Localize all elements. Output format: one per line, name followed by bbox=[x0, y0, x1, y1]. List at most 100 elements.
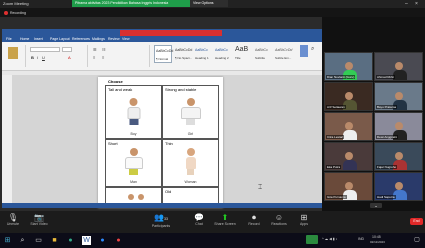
video-button[interactable]: 📷 Start Video bbox=[28, 213, 50, 226]
bullets-icon[interactable]: ☰ bbox=[93, 47, 97, 52]
clock-time[interactable]: 10:45 bbox=[372, 235, 381, 239]
participant-name: Fajar Nugroho bbox=[376, 165, 398, 169]
align-center-icon[interactable]: ≡ bbox=[102, 55, 104, 60]
participants-count: 33 bbox=[164, 217, 168, 221]
tab-mailings[interactable]: Mailings bbox=[92, 37, 105, 41]
tab-insert[interactable]: Insert bbox=[34, 37, 43, 41]
file-explorer-icon[interactable]: ■ bbox=[50, 236, 59, 245]
participant-tile[interactable]: Bayu Pratama bbox=[374, 82, 423, 111]
table-cell[interactable]: Short Man bbox=[105, 139, 162, 187]
task-view-icon[interactable]: ▭ bbox=[34, 236, 43, 245]
font-name-select[interactable] bbox=[30, 47, 60, 52]
participant-tile[interactable]: Fajar Nugroho bbox=[374, 142, 423, 171]
end-meeting-button[interactable]: End bbox=[410, 218, 423, 225]
font-color-icon[interactable]: A bbox=[68, 55, 71, 60]
word-status-bar bbox=[2, 203, 322, 208]
participant-tile[interactable]: Eka Putra bbox=[324, 142, 373, 171]
tray-icons[interactable]: ^ ☁ ◀ ▮ ♪ bbox=[322, 237, 337, 241]
share-screen-button[interactable]: ⬆ Share Screen bbox=[214, 213, 236, 226]
app-icon[interactable]: ● bbox=[114, 236, 123, 245]
chat-button[interactable]: 💬 Chat bbox=[188, 213, 210, 226]
cell-caption: Girl bbox=[187, 132, 194, 136]
share-banner: Pitrama aktivitas 2023 Pendidikan Bahasa… bbox=[72, 0, 190, 7]
tab-references[interactable]: References bbox=[72, 37, 90, 41]
styles-group: AaBbCcDd ¶ Normal AaBbCcDd ¶ No Spaci...… bbox=[152, 45, 297, 67]
style-name: Subtle Em... bbox=[275, 56, 292, 60]
tab-home[interactable]: Home bbox=[20, 37, 29, 41]
find-icon[interactable]: ⌕ bbox=[310, 45, 320, 57]
participant-tile[interactable]: Gita Purnama bbox=[324, 172, 373, 201]
numbering-icon[interactable]: ☷ bbox=[102, 47, 106, 52]
banner-text: Pitrama aktivitas 2023 Pendidikan Bahasa… bbox=[75, 1, 169, 5]
apps-button[interactable]: ⊞ Apps bbox=[293, 213, 315, 226]
mute-button[interactable]: 🎙 Unmute bbox=[2, 213, 24, 226]
search-icon[interactable]: ⌕ bbox=[18, 236, 27, 245]
participant-name: Gita Purnama bbox=[326, 195, 347, 199]
record-label: Record bbox=[248, 222, 260, 226]
participant-tile[interactable]: Dian Novianti (Guru) bbox=[324, 52, 373, 81]
style-no-spacing[interactable]: AaBbCcDd ¶ No Spaci... bbox=[174, 45, 192, 63]
font-size-select[interactable] bbox=[62, 47, 72, 52]
video-label: Start Video bbox=[30, 222, 48, 226]
participant-name: Citra Lestari bbox=[326, 135, 345, 139]
participants-button[interactable]: 👥33 Participants bbox=[150, 213, 172, 228]
start-icon[interactable]: ⊞ bbox=[3, 236, 12, 245]
align-left-icon[interactable]: ≡ bbox=[93, 55, 95, 60]
cell-label: Tall and weak bbox=[108, 87, 133, 92]
table-cell[interactable]: Thin Woman bbox=[162, 139, 219, 187]
recording-label: Recording bbox=[10, 11, 26, 15]
reactions-button[interactable]: ☺ Reactions bbox=[268, 213, 290, 226]
paragraph-group: ☰ ☷ ≡ ≡ bbox=[90, 45, 150, 67]
participant-name: Bayu Pratama bbox=[376, 105, 398, 109]
document-page[interactable]: Choose Tall and weak Boy Strong and stab… bbox=[98, 77, 223, 208]
participant-tile[interactable]: Ahmad Rizki bbox=[374, 52, 423, 81]
mouse-cursor-icon: ⌶ bbox=[258, 184, 263, 191]
bold-icon[interactable]: B bbox=[31, 55, 34, 60]
minimize-icon[interactable]: – bbox=[405, 1, 408, 7]
tab-view[interactable]: View bbox=[122, 37, 130, 41]
cell-caption: Man bbox=[130, 180, 137, 184]
participant-name: Dian Novianti (Guru) bbox=[326, 75, 356, 79]
chrome-icon[interactable]: ● bbox=[66, 236, 75, 245]
change-styles-icon[interactable] bbox=[300, 45, 308, 57]
cell-label: Strong and stable bbox=[165, 87, 197, 92]
style-heading-2[interactable]: AaBbCc Heading 2 bbox=[214, 45, 232, 63]
style-subtitle[interactable]: AaBbCc Subtitle bbox=[254, 45, 272, 63]
style-subtle-emphasis[interactable]: AaBbCcDd Subtle Em... bbox=[274, 45, 292, 63]
close-icon[interactable]: × bbox=[415, 1, 418, 7]
word-icon[interactable]: W bbox=[82, 236, 91, 245]
style-heading-1[interactable]: AaBbCc Heading 1 bbox=[194, 45, 212, 63]
table-cell[interactable]: Strong and stable Girl bbox=[162, 85, 219, 139]
cell-caption: Boy bbox=[130, 132, 137, 136]
participant-video bbox=[342, 122, 357, 140]
participant-tile[interactable]: Hadi Saputra bbox=[374, 172, 423, 201]
gallery-page-down-icon[interactable]: ⌄ bbox=[370, 203, 382, 208]
participant-tile[interactable]: Arif Setiawan bbox=[324, 82, 373, 111]
clock-date[interactable]: 02/11/2023 bbox=[370, 240, 385, 244]
cell-label: Short bbox=[108, 141, 118, 146]
style-normal[interactable]: AaBbCcDd ¶ Normal bbox=[154, 45, 174, 63]
cell-caption: Woman bbox=[184, 180, 197, 184]
record-button[interactable]: ⏺ Record bbox=[243, 213, 265, 226]
notification-icon[interactable]: ▢ bbox=[412, 236, 422, 245]
style-sample: AaBbCcDd bbox=[156, 49, 174, 53]
language-indicator[interactable]: IND bbox=[358, 237, 364, 241]
style-name: Heading 1 bbox=[195, 56, 209, 60]
participant-tile[interactable]: Citra Lestari bbox=[324, 112, 373, 141]
underline-icon[interactable]: U bbox=[42, 55, 45, 60]
style-title[interactable]: AaB Title bbox=[234, 45, 252, 63]
table-cell[interactable]: Tall and weak Boy bbox=[105, 85, 162, 139]
system-tray: ^ ☁ ◀ ▮ ♪ IND 10:45 02/11/2023 bbox=[306, 235, 406, 246]
participant-tile[interactable]: Dewi Anggraini bbox=[374, 112, 423, 141]
tab-file[interactable]: File bbox=[6, 37, 12, 41]
zoom-icon[interactable]: ● bbox=[98, 236, 107, 245]
tab-review[interactable]: Review bbox=[108, 37, 119, 41]
view-options-button[interactable]: View Options bbox=[190, 0, 228, 7]
italic-icon[interactable]: I bbox=[37, 55, 38, 60]
style-sample: AaBbCc bbox=[195, 48, 208, 52]
woman-picture bbox=[185, 148, 196, 175]
page-heading: Choose bbox=[108, 79, 123, 84]
tab-page-layout[interactable]: Page Layout bbox=[50, 37, 70, 41]
participant-video bbox=[342, 152, 357, 170]
paste-icon[interactable] bbox=[8, 47, 18, 59]
